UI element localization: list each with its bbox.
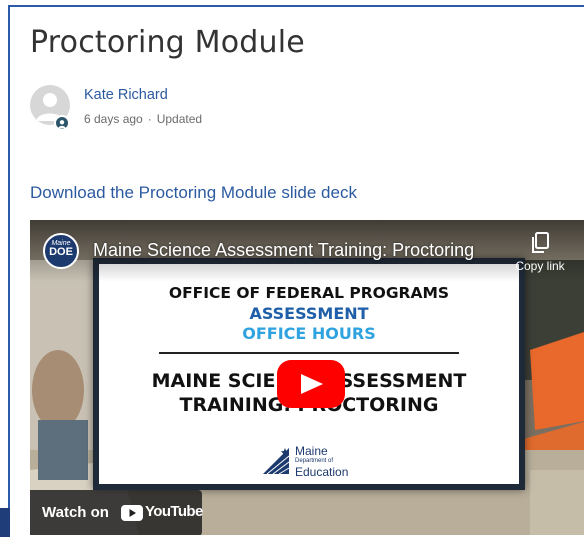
slide-line-office: OFFICE OF FEDERAL PROGRAMS [168,284,450,302]
copy-icon [532,232,549,253]
slide-line-assessment: ASSESSMENT [249,304,369,323]
watch-on-youtube-button[interactable]: Watch on YouTube [30,490,203,535]
youtube-logo-icon [121,505,143,521]
post-meta: 6 days ago · Updated [84,112,202,126]
channel-logo[interactable]: Maine DOE [43,233,79,269]
logo-dept-text: Department of [295,458,334,464]
left-edge-strip [0,508,10,537]
download-slide-deck-link[interactable]: Download the Proctoring Module slide dec… [30,183,357,203]
meta-separator: · [147,112,152,126]
youtube-wordmark: YouTube [145,503,203,520]
logo-maine-text: Maine [295,444,328,458]
author-name-link[interactable]: Kate Richard [84,87,168,103]
copy-link-button[interactable]: Copy link [510,232,570,282]
youtube-video-embed[interactable]: OFFICE OF FEDERAL PROGRAMS ASSESSMENT OF… [30,220,584,535]
play-button[interactable] [277,360,345,408]
page-title: Proctoring Module [30,25,305,60]
user-badge-icon [54,115,70,131]
post-status: Updated [156,112,203,126]
slide-divider [159,352,459,354]
slide-line-office-hours: OFFICE HOURS [242,324,376,343]
post-time: 6 days ago [84,112,143,126]
watch-on-label: Watch on [42,504,109,521]
play-icon [301,374,323,394]
copy-link-label: Copy link [515,259,565,273]
channel-logo-bottom: DOE [49,246,73,258]
video-title-link[interactable]: Maine Science Assessment Training: Proct… [93,240,474,261]
content-frame: Proctoring Module Kate Richard 6 days ag… [8,5,584,535]
logo-education-text: Education [295,465,349,479]
maine-doe-logo: Maine Department of Education [261,444,371,480]
